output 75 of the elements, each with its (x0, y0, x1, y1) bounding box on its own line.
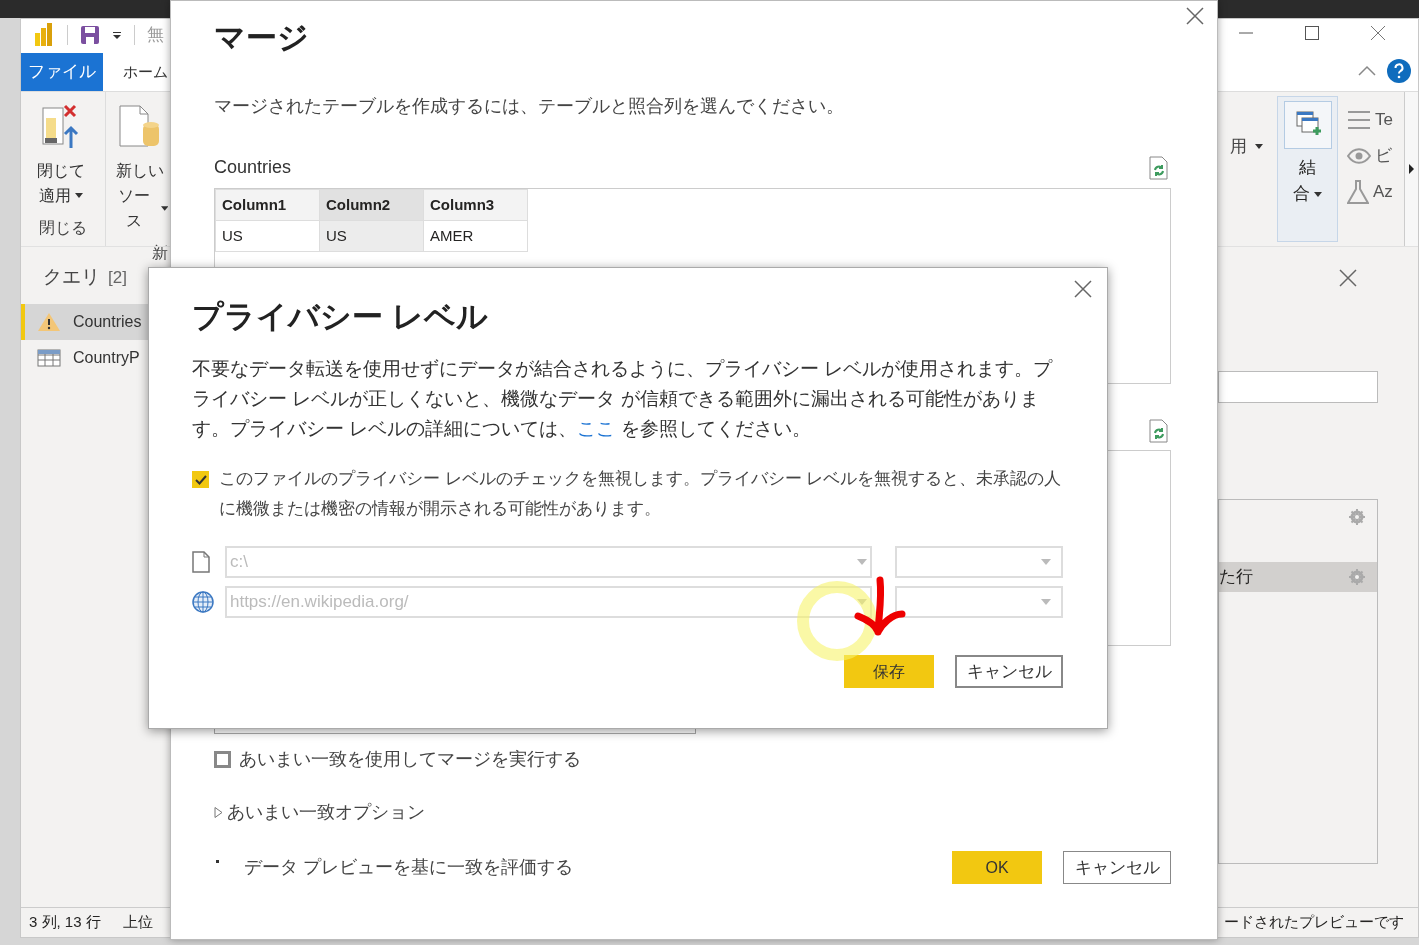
table-cell: US (215, 220, 320, 252)
file-icon (192, 551, 210, 573)
ignore-checkbox[interactable]: このファイルのプライバシー レベルのチェックを無視します。プライバシー レベルを無視すると、未承認の人に機微または機密の情報が開示される可能性があります。 (192, 464, 1063, 524)
cancel-button[interactable]: キャンセル (1063, 851, 1171, 884)
globe-icon (192, 591, 214, 613)
help-link[interactable]: ここ (577, 418, 616, 439)
caret-icon (857, 599, 868, 605)
chevron-right-icon (1409, 164, 1414, 174)
caret-icon (1255, 144, 1263, 150)
close-icon[interactable] (1370, 25, 1386, 41)
table-cell: AMER (423, 220, 528, 252)
combine-tables-icon (1283, 101, 1332, 149)
status-text: 3 列, 13 行 (29, 912, 101, 933)
ribbon-button[interactable]: Az (1347, 176, 1404, 208)
save-icon[interactable] (80, 25, 100, 45)
table-name: Countries (214, 156, 292, 179)
expander-icon (214, 807, 223, 818)
combine-button[interactable]: 結 合 (1277, 96, 1338, 242)
maximize-icon[interactable] (1304, 25, 1320, 41)
ribbon-group-label: 閉じる (38, 218, 88, 238)
query-item[interactable]: Countries (21, 303, 149, 340)
close-apply-icon (41, 104, 81, 150)
cancel-button[interactable]: キャンセル (955, 655, 1063, 688)
refresh-icon[interactable] (1147, 419, 1171, 443)
app-logo-icon (33, 23, 55, 47)
window-title: 無 (147, 24, 164, 47)
save-button[interactable]: 保存 (844, 655, 934, 688)
fuzzy-checkbox[interactable]: あいまい一致を使用してマージを実行する (214, 746, 1171, 773)
ribbon-button[interactable]: Te (1347, 104, 1404, 136)
caret-icon (75, 193, 83, 198)
checkmark-icon (194, 474, 207, 485)
dialog-title: マージ (214, 19, 310, 57)
warning-icon (37, 311, 61, 332)
step-item[interactable]: た行 (1219, 562, 1377, 592)
column-header[interactable]: Column1 (215, 189, 320, 221)
ribbon-button[interactable]: 新しい ソース (112, 92, 168, 233)
fuzzy-options-toggle[interactable]: あいまい一致オプション (214, 799, 1171, 826)
caret-icon (857, 559, 868, 565)
caret-icon (160, 205, 168, 211)
status-text: ードされたプレビューです (1224, 912, 1404, 933)
ribbon-tab[interactable]: ファイル (21, 53, 103, 91)
caret-icon[interactable] (112, 30, 122, 40)
query-count: [2] (108, 267, 127, 289)
privacy-description: 不要なデータ転送を使用せずにデータが結合されるように、プライバシー レベルが使用されます。プライバシー レベルが正しくないと、機微なデータ が信頼できる範囲外に漏出される可能性があります。プライバシー レベルの詳細については、ここ を参照してください。 (192, 357, 1054, 441)
cursor-highlight-icon (796, 580, 878, 662)
table-cell: US (319, 220, 424, 252)
table-icon (37, 347, 61, 368)
caret-icon (1041, 559, 1051, 565)
close-icon[interactable] (1186, 7, 1204, 25)
dialog-description: マージされたテーブルを作成するには、テーブルと照合列を選んでください。 (214, 95, 845, 118)
status-text: 上位 (122, 912, 153, 933)
name-field[interactable] (1218, 371, 1378, 403)
ok-button[interactable]: OK (952, 851, 1042, 884)
collapse-ribbon-icon[interactable] (1358, 64, 1376, 76)
query-item[interactable]: CountryP (21, 339, 149, 376)
dialog-title: プライバシー レベル (192, 298, 489, 336)
ribbon-button[interactable]: 用 (1230, 134, 1263, 160)
ribbon-button[interactable]: 閉じて 適用 (21, 92, 101, 208)
option-text: データ プレビューを基に一致を評価する (244, 856, 573, 879)
settings-icon[interactable] (1349, 509, 1365, 525)
annotation-arrow-icon (852, 576, 908, 638)
close-icon[interactable] (1074, 280, 1092, 298)
refresh-icon[interactable] (1147, 155, 1171, 180)
caret-icon (1314, 191, 1322, 197)
settings-icon[interactable] (1349, 569, 1365, 585)
text-lines-icon (1347, 110, 1371, 130)
close-icon[interactable] (1339, 269, 1357, 287)
flask-icon (1347, 180, 1369, 204)
caret-icon (1041, 599, 1051, 605)
column-header[interactable]: Column3 (423, 189, 528, 221)
ribbon-button[interactable]: ビ (1347, 140, 1404, 172)
help-icon[interactable] (1387, 59, 1411, 83)
column-header[interactable]: Column2 (319, 189, 424, 221)
queries-title: クエリ (43, 265, 100, 289)
eye-icon (1347, 148, 1371, 164)
